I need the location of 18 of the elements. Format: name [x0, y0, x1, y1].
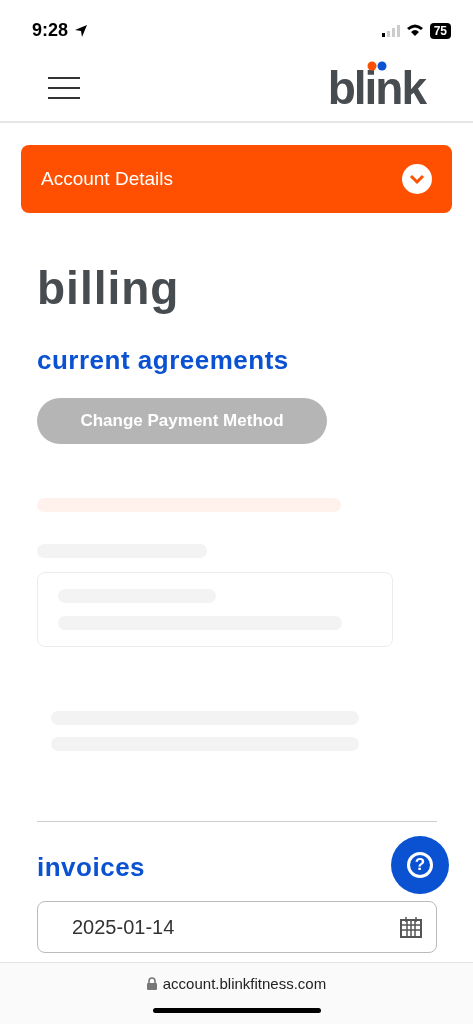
logo-dots-icon — [366, 61, 387, 71]
lock-icon — [146, 977, 157, 990]
wifi-icon — [405, 24, 424, 37]
chevron-icon — [402, 164, 432, 194]
date-value: 2025-01-14 — [72, 915, 175, 939]
calendar-icon[interactable] — [400, 916, 422, 938]
page-title: billing — [37, 261, 180, 315]
signal-icon — [381, 24, 400, 37]
section-heading: invoices — [37, 852, 146, 883]
status-time: 9:28 — [32, 20, 69, 41]
logo[interactable]: blink — [327, 62, 425, 114]
section-heading: current agreements — [37, 345, 289, 376]
location-arrow-icon — [74, 23, 89, 38]
url-text[interactable]: account.blinkfitness.com — [162, 975, 327, 992]
battery-level: 75 — [429, 22, 451, 39]
help-button[interactable]: ? — [391, 836, 449, 894]
menu-icon[interactable] — [48, 77, 80, 99]
date-field[interactable]: 2025-01-14 — [37, 901, 437, 953]
